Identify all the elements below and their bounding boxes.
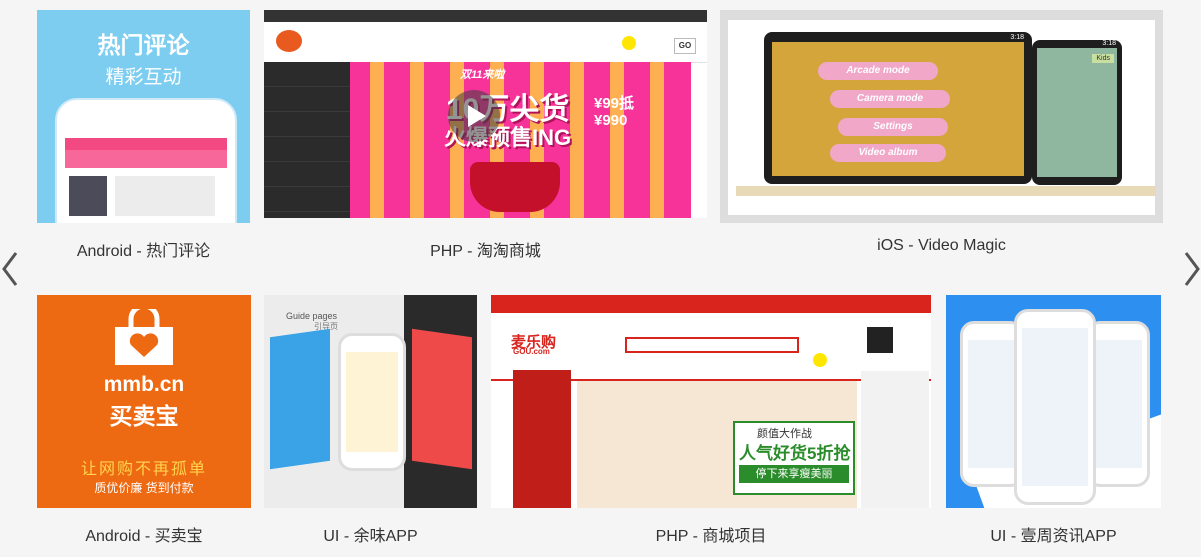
phone-mockup — [55, 98, 237, 223]
price-tag-b: ¥990 — [594, 112, 628, 129]
shop-domain: GOU.com — [513, 347, 550, 356]
promo-main-text: 人气好货5折抢 — [739, 444, 851, 463]
phone-status-bar — [65, 138, 227, 150]
thumbnail-subline: 精彩互动 — [105, 67, 182, 88]
guide-card-right — [412, 328, 472, 470]
guide-card-left — [270, 328, 330, 470]
portfolio-caption: Android - 热门评论 — [76, 243, 211, 260]
site-nav: GO — [264, 22, 707, 63]
guide-title: Guide pages — [286, 311, 338, 321]
tablet-mockup: Arcade mode Camera mode Settings Video a… — [764, 32, 1032, 184]
portfolio-thumbnail[interactable]: 麦乐购 GOU.com 颜值大作战 人气好货5折抢 停下来享瘦美丽 — [491, 295, 931, 508]
portfolio-thumbnail[interactable] — [946, 295, 1161, 508]
phone-screen — [1037, 48, 1117, 177]
kids-label: Kids — [1092, 54, 1114, 63]
portfolio-caption: PHP - 淘淘商城 — [430, 243, 541, 260]
category-sidebar — [264, 62, 350, 218]
menu-video-album[interactable]: Video album — [830, 144, 946, 162]
chevron-left-icon[interactable] — [0, 246, 26, 292]
category-sidebar — [513, 370, 571, 508]
portfolio-caption: UI - 壹周资讯APP — [990, 528, 1117, 545]
portfolio-card-php-taotao[interactable]: GO 双11来啦 10万尖货 火爆预售ING ¥99抵 ¥990 PHP - 淘… — [264, 10, 707, 260]
phone-mockup-center — [1014, 309, 1096, 505]
brand-name: 买卖宝 — [109, 403, 179, 429]
cursor-highlight — [813, 353, 827, 367]
portfolio-caption: iOS - Video Magic — [877, 237, 1006, 254]
search-box[interactable] — [625, 337, 799, 353]
thumbnail-headline: 热门评论 — [97, 32, 190, 58]
promo-banner: 双11来啦 10万尖货 火爆预售ING ¥99抵 ¥990 — [350, 62, 691, 218]
wood-shelf — [736, 186, 1156, 196]
site-top-banner — [491, 295, 931, 313]
portfolio-card-ios-video-magic[interactable]: Arcade mode Camera mode Settings Video a… — [720, 10, 1163, 260]
handbag-graphic — [470, 162, 560, 212]
menu-camera-mode[interactable]: Camera mode — [830, 90, 950, 108]
portfolio-thumbnail[interactable]: Guide pages 引导页 — [264, 295, 477, 508]
portfolio-card-ui-news[interactable]: UI - 壹周资讯APP — [946, 295, 1161, 550]
site-top-bar — [264, 10, 707, 22]
right-product-list — [861, 371, 929, 508]
brand-slogan: 让网购不再孤单 — [80, 461, 207, 478]
nav-links — [360, 44, 560, 45]
play-icon — [468, 105, 486, 127]
portfolio-thumbnail[interactable]: GO 双11来啦 10万尖货 火爆预售ING ¥99抵 ¥990 — [264, 10, 707, 218]
movie-info — [115, 176, 215, 216]
portfolio-caption: Android - 买卖宝 — [85, 528, 203, 545]
brand-domain: mmb.cn — [103, 373, 185, 396]
qr-code — [867, 327, 893, 353]
menu-arcade-mode[interactable]: Arcade mode — [818, 62, 938, 80]
portfolio-thumbnail[interactable]: 热门评论 精彩互动 — [37, 10, 250, 223]
portfolio-card-ui-yuwei[interactable]: Guide pages 引导页 UI - 余味APP — [264, 295, 477, 550]
portfolio-caption: UI - 余味APP — [323, 528, 418, 545]
promo-banner: 颜值大作战 人气好货5折抢 停下来享瘦美丽 — [577, 381, 857, 508]
cursor-highlight — [622, 36, 636, 50]
site-logo — [276, 30, 302, 52]
phone-clock: 3:18 — [1102, 40, 1116, 47]
brand-tagline: 质优价廉 货到付款 — [94, 481, 194, 495]
menu-settings[interactable]: Settings — [838, 118, 948, 136]
portfolio-caption: PHP - 商城项目 — [655, 528, 767, 545]
portfolio-thumbnail[interactable]: Arcade mode Camera mode Settings Video a… — [720, 10, 1163, 223]
shopping-bag-heart-icon — [115, 309, 173, 365]
portfolio-thumbnail[interactable]: mmb.cn 买卖宝 让网购不再孤单 质优价廉 货到付款 — [37, 295, 251, 508]
banner-event: 双11来啦 — [460, 69, 505, 81]
go-button[interactable]: GO — [674, 38, 696, 54]
price-tag-a: ¥99抵 — [594, 95, 635, 112]
movie-poster — [69, 176, 107, 216]
chevron-right-icon[interactable] — [1178, 246, 1201, 292]
promo-sub-text: 停下来享瘦美丽 — [739, 465, 849, 483]
tablet-clock: 3:18 — [1010, 34, 1024, 41]
phone-mockup — [338, 333, 406, 471]
phone-mockup: Kids 3:18 — [1032, 40, 1122, 185]
portfolio-card-android-mmb[interactable]: mmb.cn 买卖宝 让网购不再孤单 质优价廉 货到付款 Android - 买… — [37, 295, 251, 550]
portfolio-card-php-mall[interactable]: 麦乐购 GOU.com 颜值大作战 人气好货5折抢 停下来享瘦美丽 PHP - … — [491, 295, 931, 550]
video-play-button[interactable] — [448, 90, 500, 142]
phone-title-bar — [65, 150, 227, 168]
portfolio-card-android-hot-comments[interactable]: 热门评论 精彩互动 Android - 热门评论 — [37, 10, 250, 260]
